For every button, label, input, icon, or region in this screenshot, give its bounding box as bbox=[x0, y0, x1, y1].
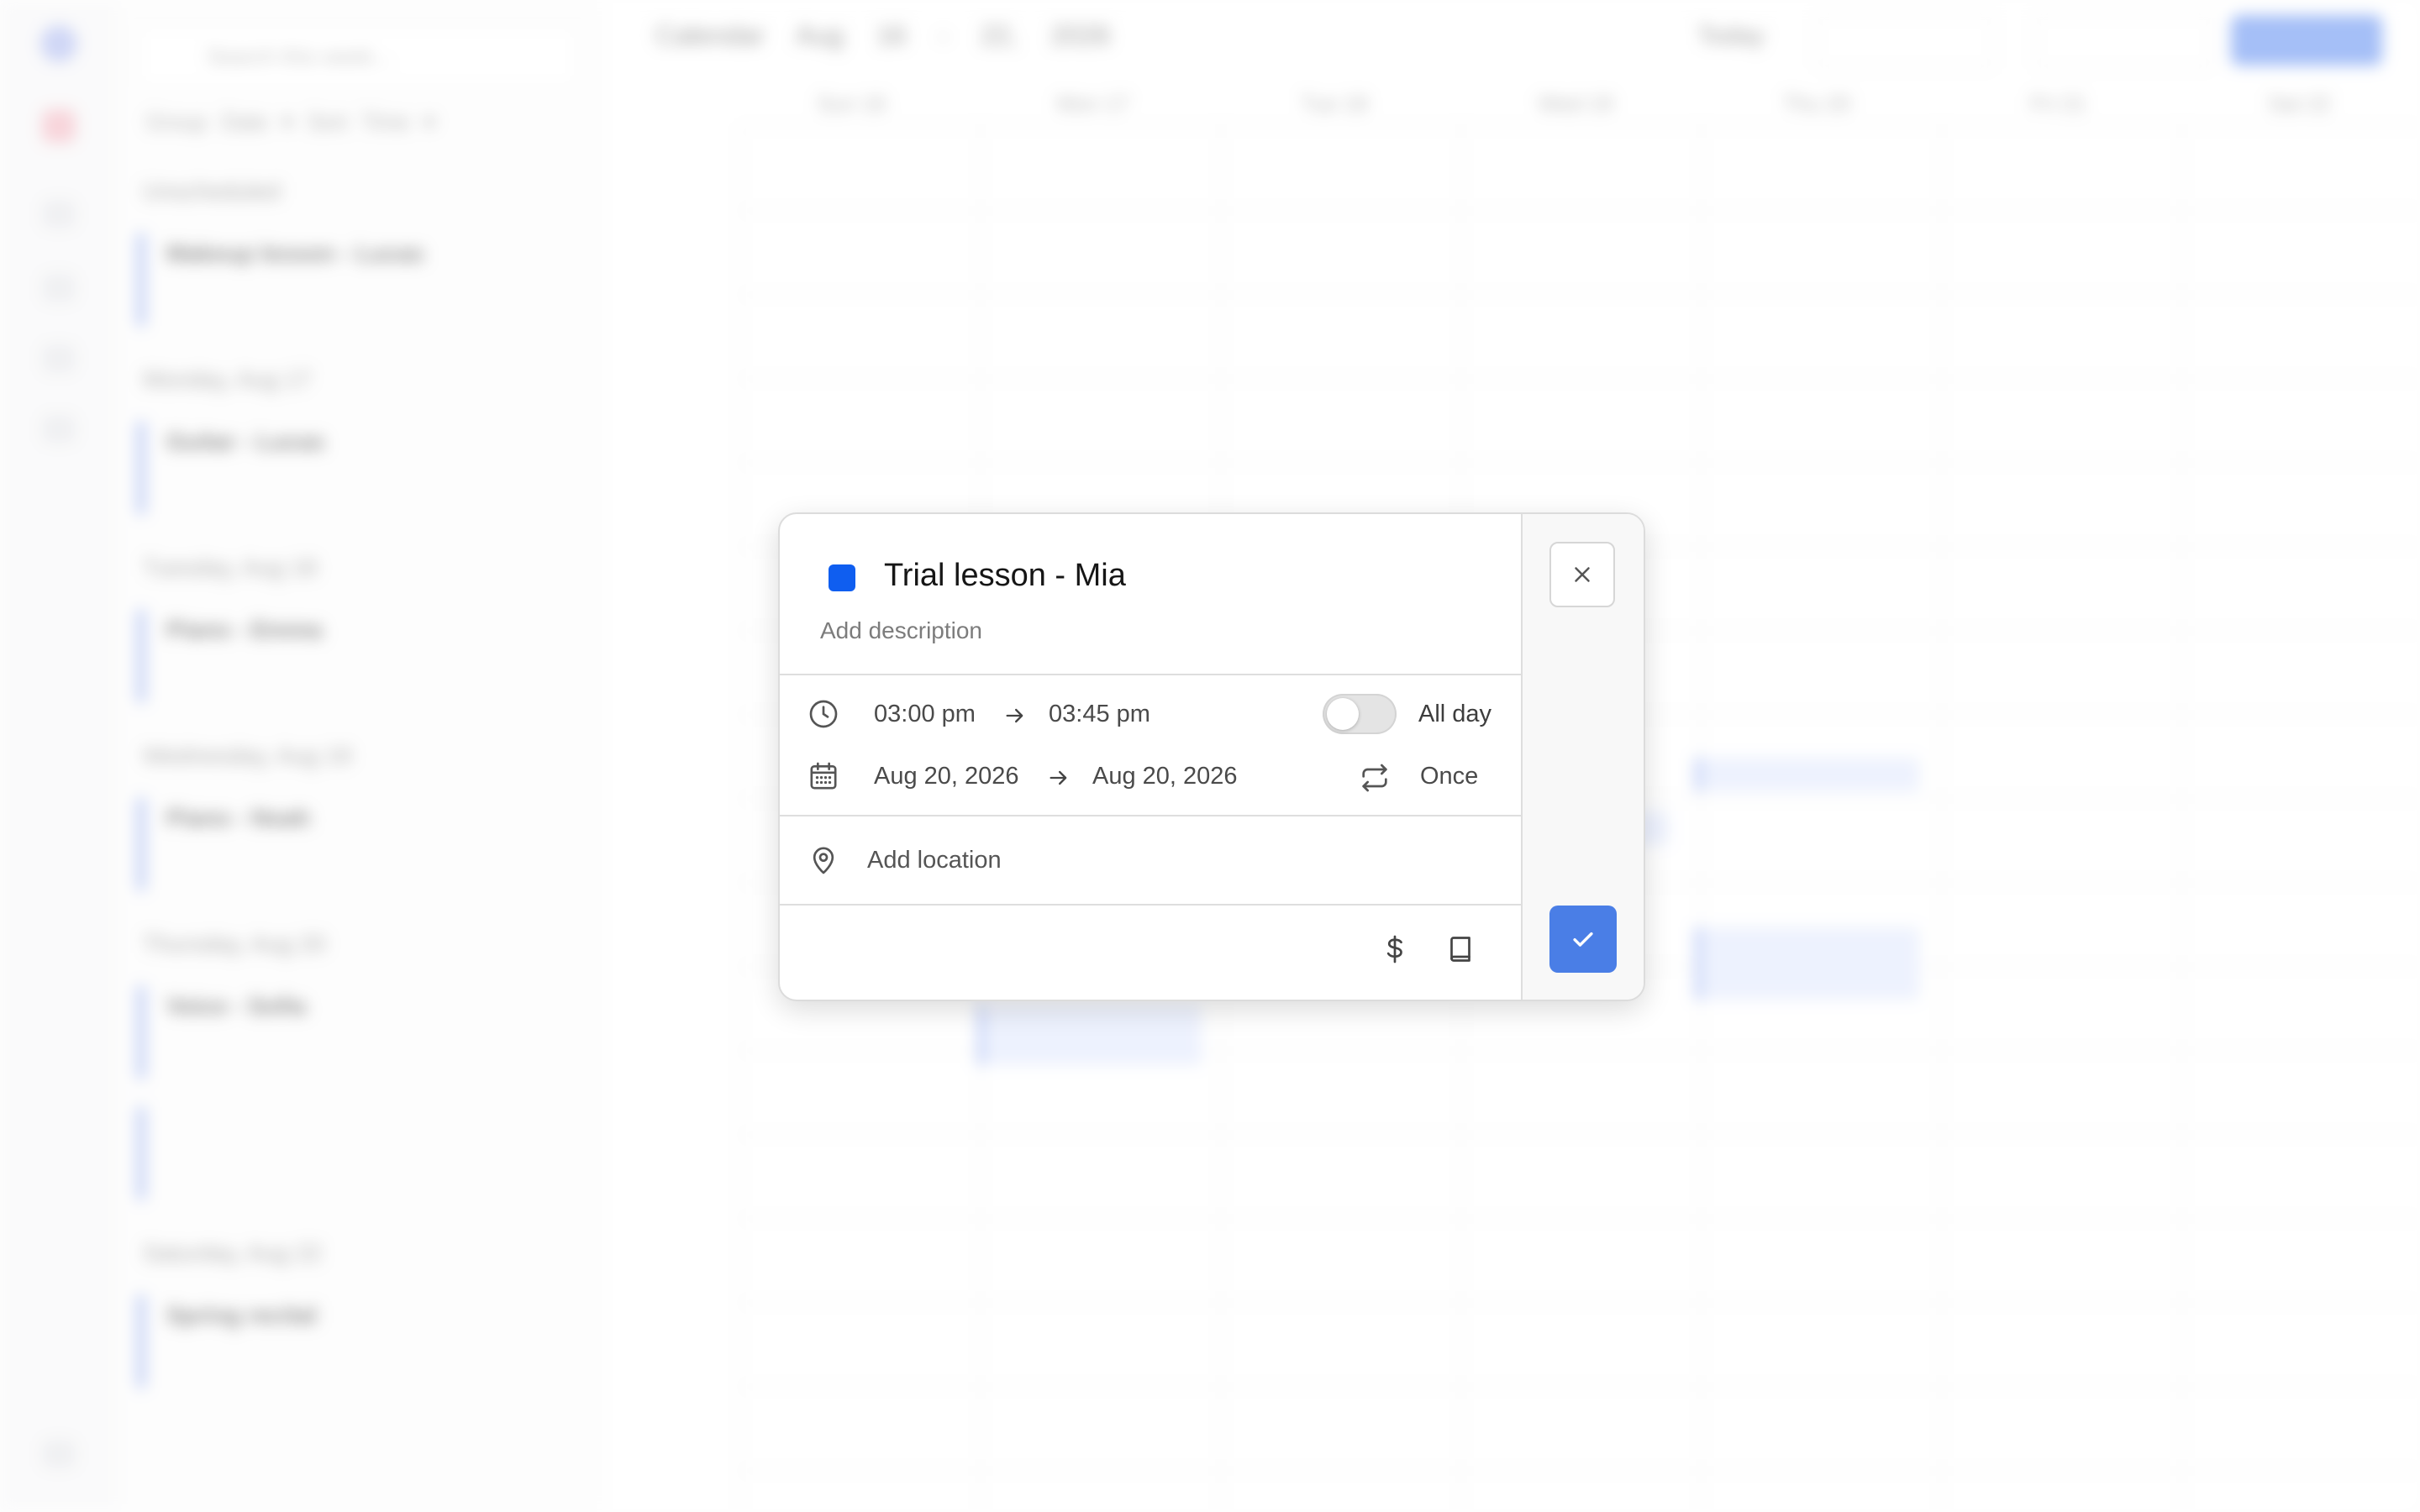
divider bbox=[780, 904, 1521, 906]
event-title[interactable]: Trial lesson - Mia bbox=[884, 558, 1126, 594]
arrow-right-icon bbox=[1003, 704, 1027, 727]
check-icon bbox=[1569, 925, 1597, 953]
all-day-toggle[interactable] bbox=[1323, 694, 1397, 734]
location-field[interactable]: Add location bbox=[867, 847, 1002, 874]
book-icon[interactable] bbox=[1445, 934, 1476, 964]
repeat-select[interactable]: Once bbox=[1420, 763, 1478, 790]
close-button[interactable] bbox=[1549, 542, 1615, 607]
end-time[interactable]: 03:45 pm bbox=[1049, 701, 1150, 728]
toggle-knob bbox=[1327, 698, 1359, 730]
start-time[interactable]: 03:00 pm bbox=[874, 701, 976, 728]
clock-icon bbox=[807, 697, 840, 731]
dollar-icon[interactable] bbox=[1380, 934, 1410, 964]
close-icon bbox=[1570, 562, 1595, 587]
description-field[interactable]: Add description bbox=[820, 617, 982, 644]
divider bbox=[780, 815, 1521, 816]
calendar-icon bbox=[807, 759, 840, 793]
dialog-actions bbox=[1521, 514, 1644, 1000]
start-date[interactable]: Aug 20, 2026 bbox=[874, 763, 1019, 790]
event-editor-dialog: Trial lesson - Mia Add description 03:00… bbox=[778, 512, 1645, 1001]
divider bbox=[780, 674, 1521, 675]
all-day-label: All day bbox=[1418, 701, 1492, 727]
dialog-main: Trial lesson - Mia Add description 03:00… bbox=[780, 514, 1521, 1000]
map-pin-icon bbox=[807, 843, 840, 877]
save-button[interactable] bbox=[1549, 906, 1617, 973]
repeat-icon[interactable] bbox=[1358, 761, 1392, 795]
end-date[interactable]: Aug 20, 2026 bbox=[1092, 763, 1238, 790]
event-color-swatch[interactable] bbox=[829, 564, 855, 591]
arrow-right-icon bbox=[1047, 766, 1071, 790]
